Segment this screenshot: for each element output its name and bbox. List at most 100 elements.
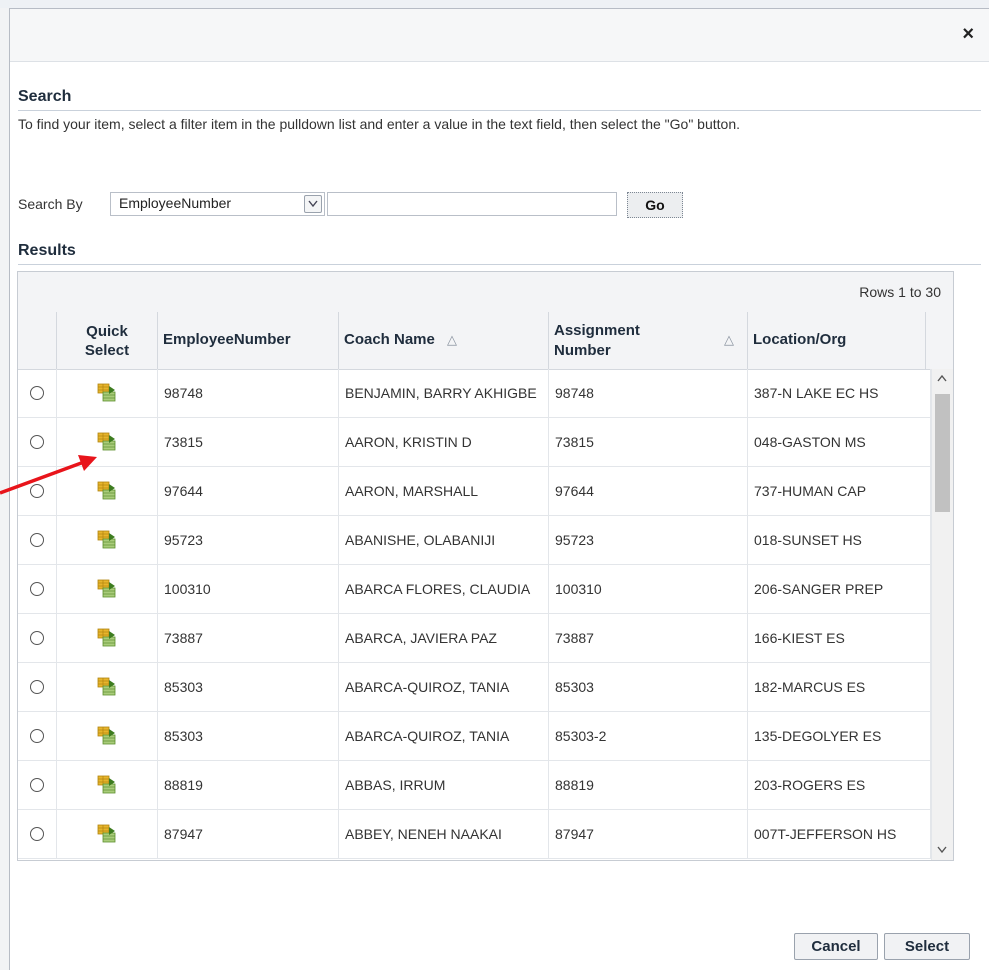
header-assignment-number[interactable]: Assignment Number △	[549, 312, 748, 369]
quick-select-cell	[57, 663, 158, 712]
assignment-number-cell: 100310	[549, 565, 748, 614]
assignment-number-cell: 95723	[549, 516, 748, 565]
dialog-titlebar: ×	[10, 9, 989, 62]
results-heading: Results	[18, 242, 76, 259]
search-heading: Search	[18, 88, 72, 105]
assignment-number: 85303	[555, 679, 594, 695]
header-coach-name[interactable]: Coach Name △	[339, 312, 549, 369]
row-radio[interactable]	[30, 729, 44, 743]
scroll-up-icon[interactable]	[937, 373, 947, 385]
assignment-number: 85303-2	[555, 728, 607, 744]
cancel-button[interactable]: Cancel	[794, 933, 878, 960]
quick-select-icon[interactable]	[96, 479, 118, 501]
row-radio[interactable]	[30, 533, 44, 547]
coach-name-cell: ABARCA-QUIROZ, TANIA	[339, 663, 549, 712]
sort-triangle-icon[interactable]: △	[447, 332, 457, 348]
quick-select-cell	[57, 565, 158, 614]
quick-select-cell	[57, 467, 158, 516]
employee-number: 73815	[164, 434, 203, 450]
table-row[interactable]: 87947 ABBEY, NENEH NAAKAI 87947 007T-JEF…	[18, 810, 931, 859]
table-row[interactable]: 85303 ABARCA-QUIROZ, TANIA 85303-2 135-D…	[18, 712, 931, 761]
row-radio[interactable]	[30, 680, 44, 694]
chevron-down-icon[interactable]	[304, 195, 322, 213]
assignment-number-cell: 87947	[549, 810, 748, 859]
location-org-cell: 048-GASTON MS	[748, 418, 931, 467]
location-org: 203-ROGERS ES	[754, 777, 866, 793]
table-scrollbar[interactable]	[931, 369, 953, 860]
header-employee-number[interactable]: EmployeeNumber	[158, 312, 339, 369]
close-icon[interactable]: ×	[962, 24, 974, 44]
quick-select-icon[interactable]	[96, 675, 118, 697]
header-location-org[interactable]: Location/Org	[748, 312, 926, 369]
employee-number: 98748	[164, 385, 203, 401]
assignment-number-cell: 98748	[549, 369, 748, 418]
assignment-number-cell: 73887	[549, 614, 748, 663]
table-row[interactable]: 85303 ABARCA-QUIROZ, TANIA 85303 182-MAR…	[18, 663, 931, 712]
search-by-select[interactable]: EmployeeNumber	[110, 192, 325, 216]
coach-name: AARON, KRISTIN D	[345, 434, 472, 450]
assignment-number: 95723	[555, 532, 594, 548]
quick-select-cell	[57, 712, 158, 761]
employee-number-cell: 73887	[158, 614, 339, 663]
coach-name: ABANISHE, OLABANIJI	[345, 532, 496, 548]
quick-select-icon[interactable]	[96, 577, 118, 599]
scroll-down-icon[interactable]	[937, 844, 947, 856]
coach-name-cell: ABARCA-QUIROZ, TANIA	[339, 712, 549, 761]
coach-name-cell: ABANISHE, OLABANIJI	[339, 516, 549, 565]
assignment-number: 88819	[555, 777, 594, 793]
row-radio[interactable]	[30, 435, 44, 449]
select-button[interactable]: Select	[884, 933, 970, 960]
quick-select-icon[interactable]	[96, 724, 118, 746]
quick-select-icon[interactable]	[96, 773, 118, 795]
coach-name-cell: BENJAMIN, BARRY AKHIGBE	[339, 369, 549, 418]
row-radio[interactable]	[30, 778, 44, 792]
go-button[interactable]: Go	[627, 192, 683, 218]
table-row[interactable]: 73815 AARON, KRISTIN D 73815 048-GASTON …	[18, 418, 931, 467]
coach-name: ABARCA-QUIROZ, TANIA	[345, 679, 510, 695]
table-row[interactable]: 73887 ABARCA, JAVIERA PAZ 73887 166-KIES…	[18, 614, 931, 663]
sort-triangle-icon[interactable]: △	[724, 332, 734, 348]
row-radio[interactable]	[30, 827, 44, 841]
search-input[interactable]	[327, 192, 617, 216]
employee-number: 95723	[164, 532, 203, 548]
rows-bar: Rows 1 to 30	[18, 272, 953, 313]
employee-number-cell: 88819	[158, 761, 339, 810]
quick-select-icon[interactable]	[96, 381, 118, 403]
table-row[interactable]: 95723 ABANISHE, OLABANIJI 95723 018-SUNS…	[18, 516, 931, 565]
assignment-number-cell: 97644	[549, 467, 748, 516]
location-org-cell: 135-DEGOLYER ES	[748, 712, 931, 761]
row-select-cell	[18, 614, 57, 663]
coach-name-cell: ABARCA, JAVIERA PAZ	[339, 614, 549, 663]
row-radio[interactable]	[30, 484, 44, 498]
location-org-cell: 166-KIEST ES	[748, 614, 931, 663]
quick-select-icon[interactable]	[96, 626, 118, 648]
background-page	[0, 0, 989, 8]
search-by-selected-value: EmployeeNumber	[119, 195, 232, 211]
table-row[interactable]: 97644 AARON, MARSHALL 97644 737-HUMAN CA…	[18, 467, 931, 516]
row-select-cell	[18, 712, 57, 761]
coach-name-cell: ABARCA FLORES, CLAUDIA	[339, 565, 549, 614]
table-header: Quick Select EmployeeNumber Coach Name △…	[18, 312, 953, 370]
row-radio[interactable]	[30, 631, 44, 645]
quick-select-icon[interactable]	[96, 430, 118, 452]
coach-name: ABARCA FLORES, CLAUDIA	[345, 581, 531, 597]
row-radio[interactable]	[30, 386, 44, 400]
location-org-cell: 206-SANGER PREP	[748, 565, 931, 614]
table-row[interactable]: 100310 ABARCA FLORES, CLAUDIA 100310 206…	[18, 565, 931, 614]
assignment-number-cell: 85303-2	[549, 712, 748, 761]
location-org: 135-DEGOLYER ES	[754, 728, 882, 744]
scroll-thumb[interactable]	[935, 394, 950, 512]
row-select-cell	[18, 418, 57, 467]
table-row[interactable]: 98748 BENJAMIN, BARRY AKHIGBE 98748 387-…	[18, 369, 931, 418]
table-row[interactable]: 88819 ABBAS, IRRUM 88819 203-ROGERS ES	[18, 761, 931, 810]
employee-number-cell: 98748	[158, 369, 339, 418]
row-radio[interactable]	[30, 582, 44, 596]
quick-select-icon[interactable]	[96, 528, 118, 550]
table-body: 98748 BENJAMIN, BARRY AKHIGBE 98748 387-…	[18, 369, 931, 860]
quick-select-icon[interactable]	[96, 822, 118, 844]
row-select-cell	[18, 516, 57, 565]
quick-select-cell	[57, 418, 158, 467]
employee-number-cell: 95723	[158, 516, 339, 565]
row-select-cell	[18, 369, 57, 418]
row-select-cell	[18, 467, 57, 516]
